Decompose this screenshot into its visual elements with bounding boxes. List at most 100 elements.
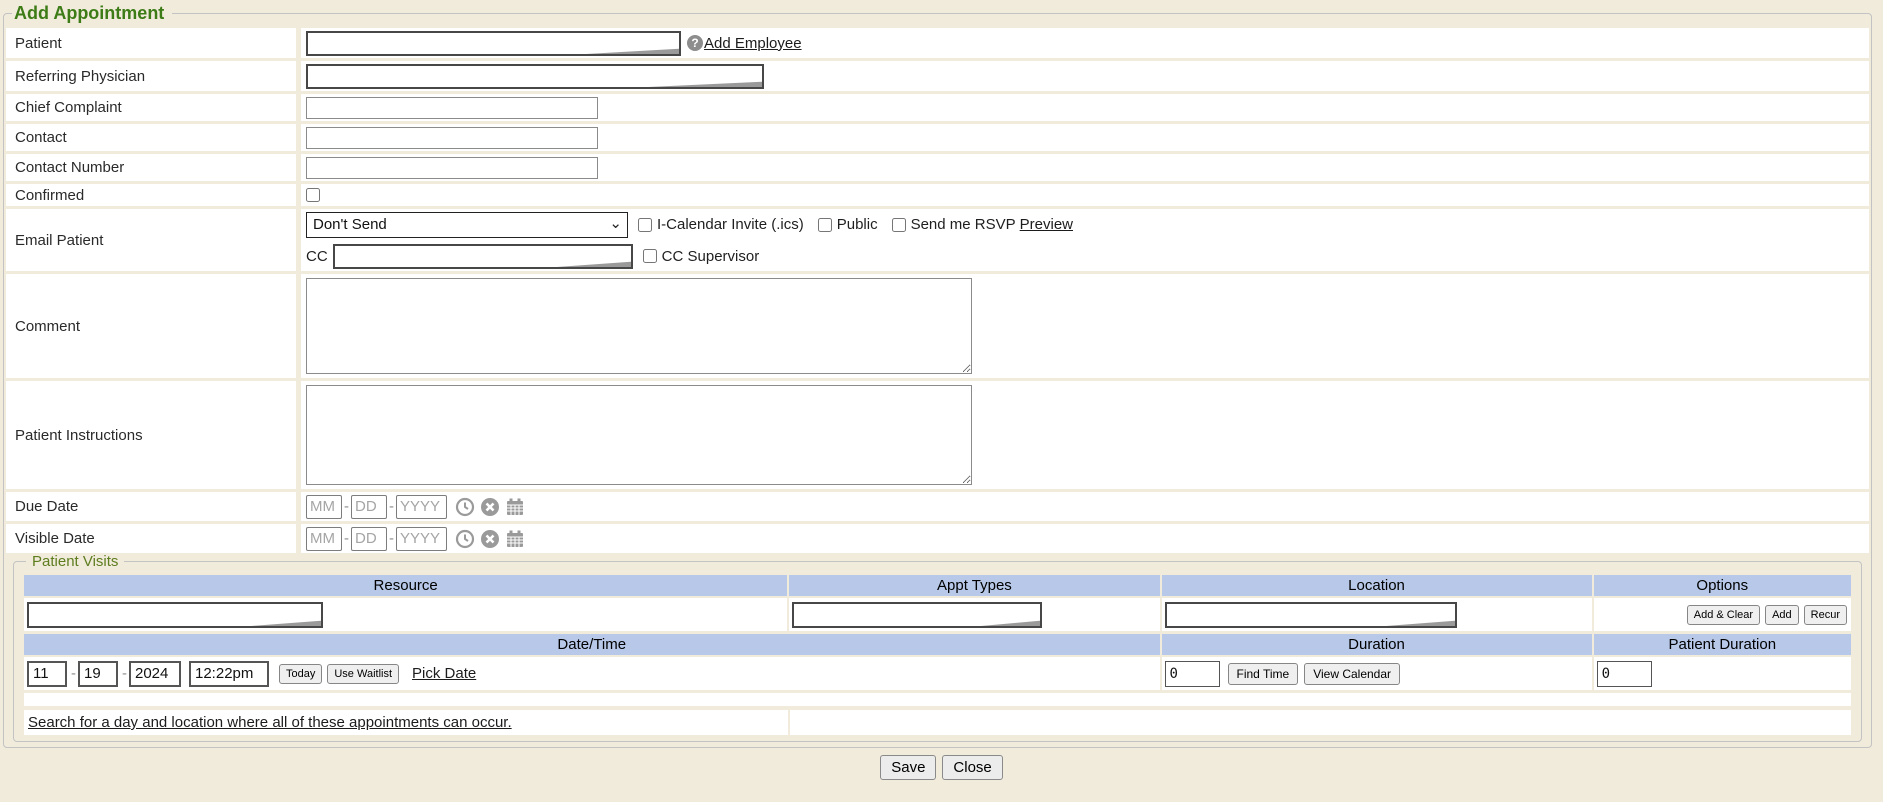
options-header: Options — [1594, 575, 1851, 596]
patient-input[interactable] — [306, 31, 681, 56]
appt-types-cell — [789, 598, 1159, 631]
email-send-select[interactable]: Don't Send — [306, 212, 628, 238]
patient-instructions-textarea[interactable] — [306, 385, 972, 485]
contact-number-input[interactable] — [306, 157, 598, 179]
use-waitlist-button[interactable]: Use Waitlist — [327, 664, 399, 684]
search-day-location-link[interactable]: Search for a day and location where all … — [28, 714, 512, 731]
resource-header: Resource — [24, 575, 787, 596]
chief-complaint-input[interactable] — [306, 97, 598, 119]
date-separator: - — [389, 530, 394, 547]
contact-input[interactable] — [306, 127, 598, 149]
public-label: Public — [837, 216, 878, 233]
ics-invite-checkbox[interactable] — [638, 218, 652, 232]
view-calendar-button[interactable]: View Calendar — [1304, 663, 1400, 685]
visible-date-day-input[interactable] — [351, 527, 387, 551]
patient-duration-cell — [1594, 657, 1851, 690]
comment-label: Comment — [6, 274, 296, 378]
pick-date-link[interactable]: Pick Date — [412, 665, 476, 682]
patient-label: Patient — [6, 28, 296, 58]
date-separator: - — [389, 498, 394, 515]
confirmed-checkbox[interactable] — [306, 188, 320, 202]
contact-number-row: Contact Number — [6, 154, 1869, 181]
contact-row: Contact — [6, 124, 1869, 151]
add-and-clear-button[interactable]: Add & Clear — [1687, 605, 1760, 625]
email-patient-label: Email Patient — [6, 209, 296, 271]
empty-row — [24, 693, 1851, 706]
save-button[interactable]: Save — [880, 755, 936, 780]
visible-date-label: Visible Date — [6, 524, 296, 553]
public-checkbox[interactable] — [818, 218, 832, 232]
date-time-header: Date/Time — [24, 634, 1160, 655]
options-cell: Add & Clear Add Recur — [1594, 598, 1851, 631]
location-input[interactable] — [1165, 602, 1457, 628]
contact-number-label: Contact Number — [6, 154, 296, 181]
visible-date-row: Visible Date - - — [6, 524, 1869, 553]
chief-complaint-label: Chief Complaint — [6, 94, 296, 121]
close-button[interactable]: Close — [942, 755, 1002, 780]
comment-row: Comment — [6, 274, 1869, 378]
due-date-year-input[interactable] — [396, 495, 447, 519]
clear-date-icon[interactable] — [480, 529, 500, 549]
clock-icon[interactable] — [455, 497, 475, 517]
patient-instructions-label: Patient Instructions — [6, 381, 296, 489]
referring-physician-input[interactable] — [306, 64, 764, 89]
add-button[interactable]: Add — [1765, 605, 1799, 625]
visible-date-month-input[interactable] — [306, 527, 342, 551]
due-date-month-input[interactable] — [306, 495, 342, 519]
date-time-cell: - - Today Use Waitlist Pick Date — [24, 657, 1160, 690]
contact-label: Contact — [6, 124, 296, 151]
calendar-icon[interactable] — [505, 529, 525, 549]
visit-year-input[interactable] — [129, 661, 181, 687]
resource-input[interactable] — [27, 602, 323, 628]
cc-supervisor-label: CC Supervisor — [662, 248, 760, 265]
duration-input[interactable] — [1165, 661, 1220, 687]
referring-physician-label: Referring Physician — [6, 61, 296, 91]
find-time-button[interactable]: Find Time — [1228, 663, 1299, 685]
clear-date-icon[interactable] — [480, 497, 500, 517]
rsvp-label: Send me RSVP — [911, 216, 1016, 233]
page-title: Add Appointment — [12, 3, 172, 23]
resource-cell — [24, 598, 787, 631]
duration-cell: Find Time View Calendar — [1162, 657, 1592, 690]
due-date-row: Due Date - - — [6, 492, 1869, 521]
referring-physician-row: Referring Physician — [6, 61, 1869, 91]
cc-label: CC — [306, 248, 328, 265]
footer-actions: Save Close — [0, 752, 1883, 780]
recur-button[interactable]: Recur — [1804, 605, 1847, 625]
calendar-icon[interactable] — [505, 497, 525, 517]
appt-types-header: Appt Types — [789, 575, 1159, 596]
rsvp-checkbox[interactable] — [892, 218, 906, 232]
date-separator: - — [122, 665, 127, 682]
appt-types-input[interactable] — [792, 602, 1042, 628]
today-button[interactable]: Today — [279, 664, 322, 684]
patient-instructions-row: Patient Instructions — [6, 381, 1869, 489]
empty-cell — [790, 710, 1851, 735]
patient-visits-legend: Patient Visits — [26, 554, 124, 570]
visit-time-input[interactable] — [189, 661, 269, 687]
confirmed-label: Confirmed — [6, 184, 296, 206]
add-appointment-panel: Add Appointment Patient ? Add Employee R… — [3, 13, 1872, 748]
comment-textarea[interactable] — [306, 278, 972, 374]
due-date-label: Due Date — [6, 492, 296, 521]
help-icon[interactable]: ? — [687, 35, 703, 51]
email-patient-row: Email Patient Don't Send ⌄ I-Calendar In… — [6, 209, 1869, 271]
cc-input[interactable] — [333, 244, 633, 269]
due-date-day-input[interactable] — [351, 495, 387, 519]
location-cell — [1162, 598, 1592, 631]
visit-day-input[interactable] — [78, 661, 118, 687]
date-separator: - — [344, 530, 349, 547]
cc-supervisor-checkbox[interactable] — [643, 249, 657, 263]
patient-duration-header: Patient Duration — [1594, 634, 1851, 655]
date-separator: - — [71, 665, 76, 682]
preview-link[interactable]: Preview — [1020, 216, 1073, 233]
visible-date-year-input[interactable] — [396, 527, 447, 551]
duration-header: Duration — [1162, 634, 1592, 655]
clock-icon[interactable] — [455, 529, 475, 549]
patient-duration-input[interactable] — [1597, 661, 1652, 687]
add-employee-link[interactable]: Add Employee — [704, 35, 802, 52]
visit-month-input[interactable] — [27, 661, 67, 687]
patient-visits-panel: Patient Visits Resource Appt Types Locat… — [13, 561, 1862, 742]
patient-row: Patient ? Add Employee — [6, 28, 1869, 58]
location-header: Location — [1162, 575, 1592, 596]
date-separator: - — [344, 498, 349, 515]
